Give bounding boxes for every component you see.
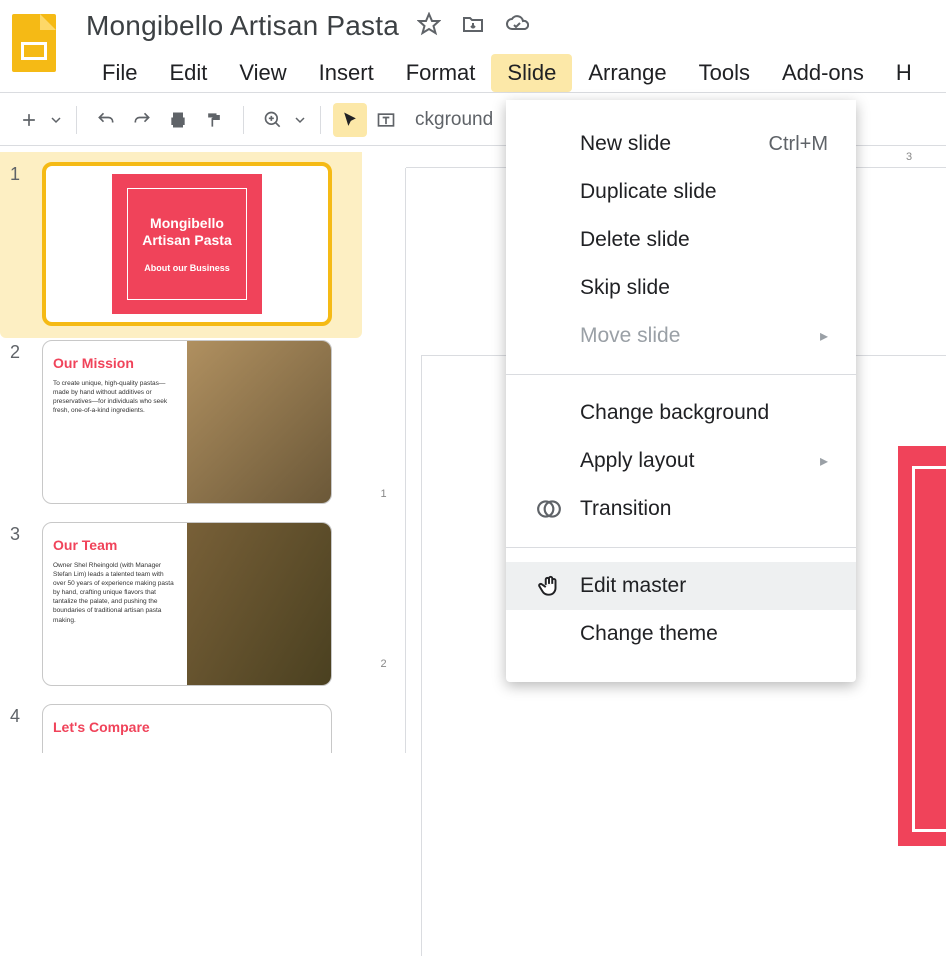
submenu-arrow-icon: ▸: [820, 451, 828, 471]
menu-duplicate-slide[interactable]: Duplicate slide: [506, 168, 856, 216]
ruler-vertical: 1 2: [362, 168, 406, 753]
menu-file[interactable]: File: [86, 54, 153, 92]
move-to-folder-icon[interactable]: [461, 12, 485, 41]
menu-divider: [506, 547, 856, 548]
menu-slide[interactable]: Slide: [491, 54, 572, 92]
slide-thumbnail-4[interactable]: 4 Let's Compare: [0, 702, 362, 753]
new-slide-dropdown-arrow[interactable]: [48, 115, 64, 125]
cloud-status-icon[interactable]: [505, 12, 529, 41]
menu-transition[interactable]: Transition: [506, 485, 856, 533]
menu-skip-slide[interactable]: Skip slide: [506, 264, 856, 312]
star-icon[interactable]: [417, 12, 441, 41]
menu-addons[interactable]: Add-ons: [766, 54, 880, 92]
paint-format-button[interactable]: [197, 103, 231, 137]
menu-edit-master[interactable]: Edit master: [506, 562, 856, 610]
slide3-title: Our Team: [53, 537, 177, 553]
menu-format[interactable]: Format: [390, 54, 492, 92]
slide-number: 4: [10, 704, 42, 727]
menu-change-theme[interactable]: Change theme: [506, 610, 856, 658]
menu-insert[interactable]: Insert: [303, 54, 390, 92]
slide-thumbnail-3[interactable]: 3 Our Team Owner Shel Rheingold (with Ma…: [0, 520, 362, 702]
slide2-image: [187, 341, 331, 503]
new-slide-button[interactable]: [12, 103, 46, 137]
print-button[interactable]: [161, 103, 195, 137]
hand-cursor-icon: [534, 571, 564, 601]
menu-arrange[interactable]: Arrange: [572, 54, 682, 92]
slide-number: 2: [10, 340, 42, 363]
menu-help[interactable]: H: [880, 54, 928, 92]
background-button-partial[interactable]: ckground: [405, 109, 503, 131]
slide2-body: To create unique, high-quality pastas—ma…: [53, 379, 177, 415]
menu-delete-slide[interactable]: Delete slide: [506, 216, 856, 264]
zoom-dropdown-arrow[interactable]: [292, 115, 308, 125]
menu-new-slide[interactable]: New slide Ctrl+M: [506, 120, 856, 168]
menu-tools[interactable]: Tools: [683, 54, 766, 92]
slide3-image: [187, 523, 331, 685]
zoom-button[interactable]: [256, 103, 290, 137]
slide1-title: Mongibello Artisan Pasta: [134, 215, 240, 249]
slide-thumbnail-2[interactable]: 2 Our Mission To create unique, high-qua…: [0, 338, 362, 520]
submenu-arrow-icon: ▸: [820, 326, 828, 346]
slides-panel[interactable]: 1 Mongibello Artisan Pasta About our Bus…: [0, 146, 362, 753]
menu-view[interactable]: View: [223, 54, 302, 92]
slide2-title: Our Mission: [53, 355, 177, 371]
text-box-button[interactable]: [369, 103, 403, 137]
redo-button[interactable]: [125, 103, 159, 137]
slides-logo[interactable]: [12, 14, 56, 72]
menu-divider: [506, 374, 856, 375]
slide4-title: Let's Compare: [53, 719, 321, 735]
shortcut-label: Ctrl+M: [769, 133, 828, 156]
slide3-body: Owner Shel Rheingold (with Manager Stefa…: [53, 561, 177, 625]
slide-thumbnail-1[interactable]: 1 Mongibello Artisan Pasta About our Bus…: [0, 152, 362, 338]
menu-change-background[interactable]: Change background: [506, 389, 856, 437]
select-tool-button[interactable]: [333, 103, 367, 137]
slide1-subtitle: About our Business: [144, 263, 230, 273]
menu-bar: File Edit View Insert Format Slide Arran…: [86, 54, 946, 92]
canvas-red-shape: [898, 446, 946, 846]
undo-button[interactable]: [89, 103, 123, 137]
app-header: Mongibello Artisan Pasta File Edit View …: [0, 0, 946, 92]
menu-apply-layout[interactable]: Apply layout ▸: [506, 437, 856, 485]
slide-number: 3: [10, 522, 42, 545]
menu-move-slide: Move slide ▸: [506, 312, 856, 360]
slide-number: 1: [10, 162, 42, 185]
menu-edit[interactable]: Edit: [153, 54, 223, 92]
transition-icon: [534, 494, 564, 524]
document-title[interactable]: Mongibello Artisan Pasta: [86, 10, 399, 42]
slide-menu-dropdown: New slide Ctrl+M Duplicate slide Delete …: [506, 100, 856, 682]
